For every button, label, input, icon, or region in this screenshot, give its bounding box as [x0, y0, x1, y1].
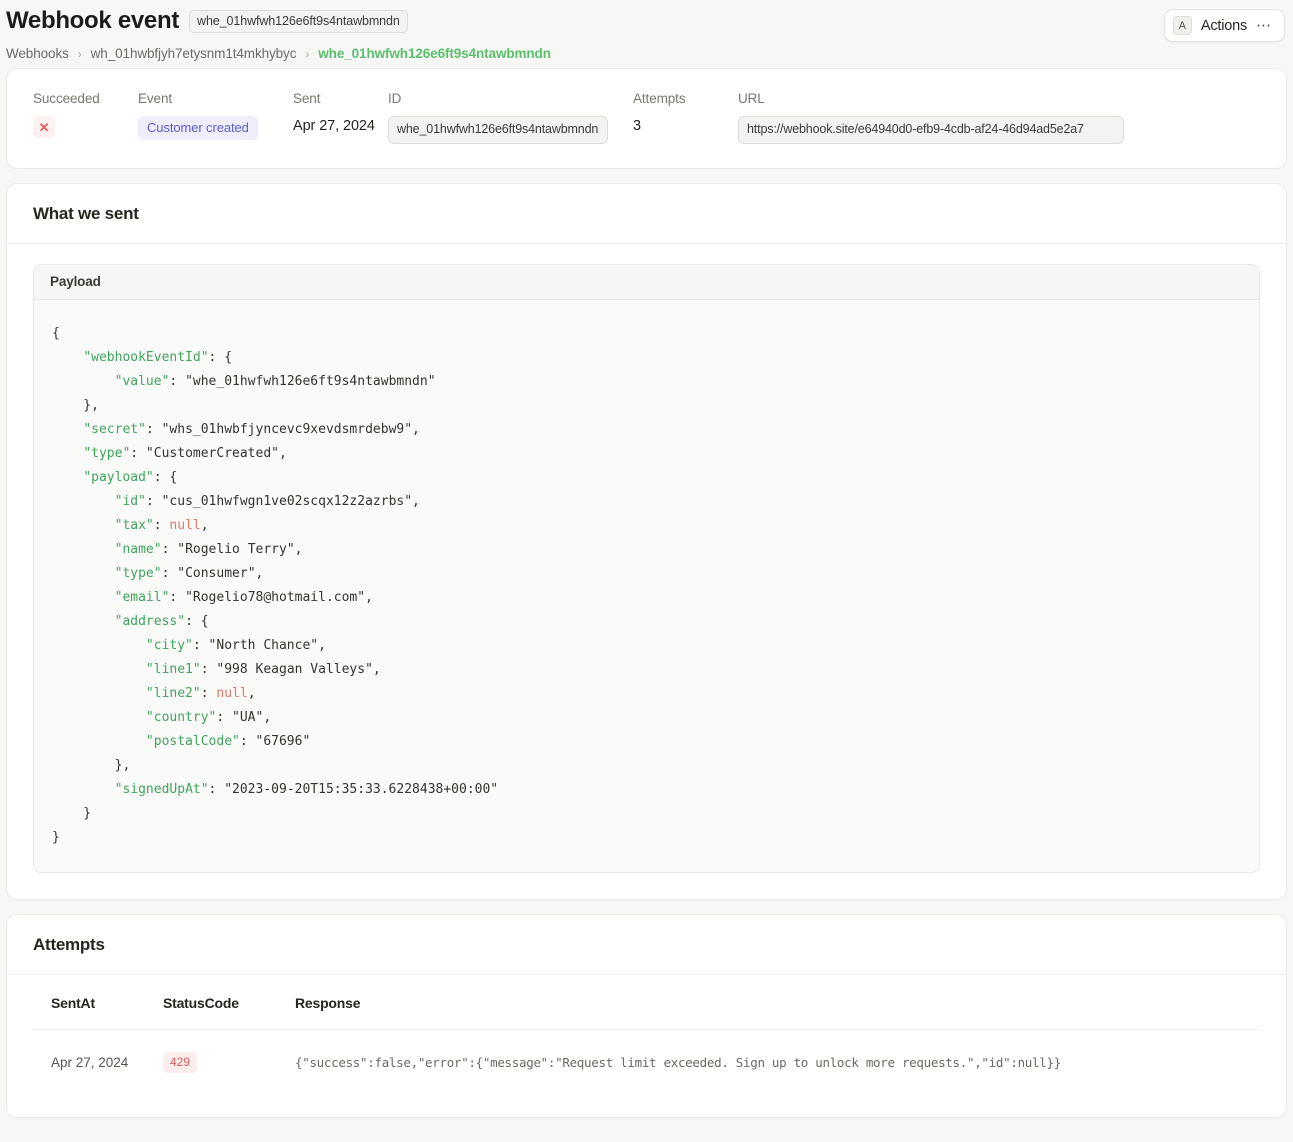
attempts-heading: Attempts — [7, 915, 1286, 975]
actions-button[interactable]: A Actions ⋯ — [1163, 9, 1285, 42]
summary-value-event: Customer created — [138, 116, 293, 140]
summary-field-succeeded: Succeeded ✕ — [33, 91, 138, 138]
summary-field-url: URL https://webhook.site/e64940d0-efb9-4… — [738, 91, 1260, 144]
breadcrumb-item-webhook-id[interactable]: wh_01hwbfjyh7etysnm1t4mkhybyc — [91, 46, 297, 61]
summary-value-sent: Apr 27, 2024 — [293, 118, 375, 134]
summary-value-url: https://webhook.site/e64940d0-efb9-4cdb-… — [738, 116, 1260, 144]
event-type-badge: Customer created — [138, 116, 258, 140]
webhook-url-input[interactable]: https://webhook.site/e64940d0-efb9-4cdb-… — [738, 116, 1124, 144]
event-id-input[interactable]: whe_01hwfwh126e6ft9s4ntawbmndn — [388, 116, 608, 144]
summary-card: Succeeded ✕ Event Customer created Sent … — [6, 68, 1287, 169]
x-mark-icon: ✕ — [33, 116, 55, 138]
summary-label-id: ID — [388, 91, 402, 106]
response-text: {"success":false,"error":{"message":"Req… — [295, 1055, 1061, 1070]
table-row[interactable]: Apr 27, 2024 429 {"success":false,"error… — [33, 1030, 1260, 1092]
attempts-body: SentAt StatusCode Response Apr 27, 2024 … — [7, 975, 1286, 1117]
payload-box: Payload { "webhookEventId": { "value": "… — [33, 264, 1260, 873]
payload-label: Payload — [34, 265, 1259, 300]
column-header-statuscode: StatusCode — [163, 995, 295, 1030]
summary-field-sent: Sent Apr 27, 2024 — [293, 91, 388, 136]
title-row: Webhook event whe_01hwfwh126e6ft9s4ntawb… — [6, 6, 1277, 36]
summary-field-event: Event Customer created — [138, 91, 293, 140]
cell-sentat: Apr 27, 2024 — [51, 1055, 129, 1070]
what-we-sent-body: Payload { "webhookEventId": { "value": "… — [7, 244, 1286, 899]
event-id-chip[interactable]: whe_01hwfwh126e6ft9s4ntawbmndn — [189, 9, 408, 33]
summary-label-url: URL — [738, 91, 765, 106]
breadcrumb: Webhooks › wh_01hwbfjyh7etysnm1t4mkhybyc… — [6, 46, 1277, 61]
page-title: Webhook event — [6, 7, 180, 34]
breadcrumb-item-webhooks[interactable]: Webhooks — [6, 46, 69, 61]
summary-row: Succeeded ✕ Event Customer created Sent … — [7, 69, 1286, 168]
actions-button-label: Actions — [1200, 17, 1247, 34]
what-we-sent-card: What we sent Payload { "webhookEventId":… — [6, 183, 1287, 900]
table-header-row: SentAt StatusCode Response — [33, 995, 1260, 1030]
summary-field-id: ID whe_01hwfwh126e6ft9s4ntawbmndn — [388, 91, 633, 144]
cell-statuscode: 429 — [163, 1030, 295, 1092]
chevron-right-icon: › — [305, 46, 310, 61]
summary-label-sent: Sent — [293, 91, 321, 106]
summary-value-succeeded: ✕ — [33, 116, 138, 138]
breadcrumb-item-current[interactable]: whe_01hwfwh126e6ft9s4ntawbmndn — [318, 46, 551, 61]
column-header-sentat: SentAt — [33, 995, 163, 1030]
chevron-right-icon: › — [77, 46, 82, 61]
page-header: Webhook event whe_01hwfwh126e6ft9s4ntawb… — [0, 0, 1293, 68]
what-we-sent-heading: What we sent — [7, 184, 1286, 244]
ellipsis-icon: ⋯ — [1256, 16, 1272, 34]
attempts-table: SentAt StatusCode Response Apr 27, 2024 … — [33, 995, 1260, 1091]
keyboard-shortcut-badge: A — [1172, 16, 1192, 35]
summary-value-id: whe_01hwfwh126e6ft9s4ntawbmndn — [388, 116, 633, 144]
column-header-response: Response — [295, 995, 1260, 1030]
webhook-event-page: Webhook event whe_01hwfwh126e6ft9s4ntawb… — [0, 0, 1293, 1142]
attempts-table-header: SentAt StatusCode Response — [33, 995, 1260, 1030]
status-badge: 429 — [163, 1052, 198, 1073]
payload-json-code: { "webhookEventId": { "value": "whe_01hw… — [52, 326, 499, 845]
attempts-table-body: Apr 27, 2024 429 {"success":false,"error… — [33, 1030, 1260, 1092]
summary-label-succeeded: Succeeded — [33, 91, 100, 106]
summary-value-attempts: 3 — [633, 118, 641, 134]
attempts-card: Attempts SentAt StatusCode Response Apr … — [6, 914, 1287, 1118]
summary-label-attempts: Attempts — [633, 91, 686, 106]
payload-body: { "webhookEventId": { "value": "whe_01hw… — [34, 300, 1259, 872]
cell-response: {"success":false,"error":{"message":"Req… — [295, 1030, 1260, 1092]
summary-field-attempts: Attempts 3 — [633, 91, 738, 136]
summary-label-event: Event — [138, 91, 173, 106]
